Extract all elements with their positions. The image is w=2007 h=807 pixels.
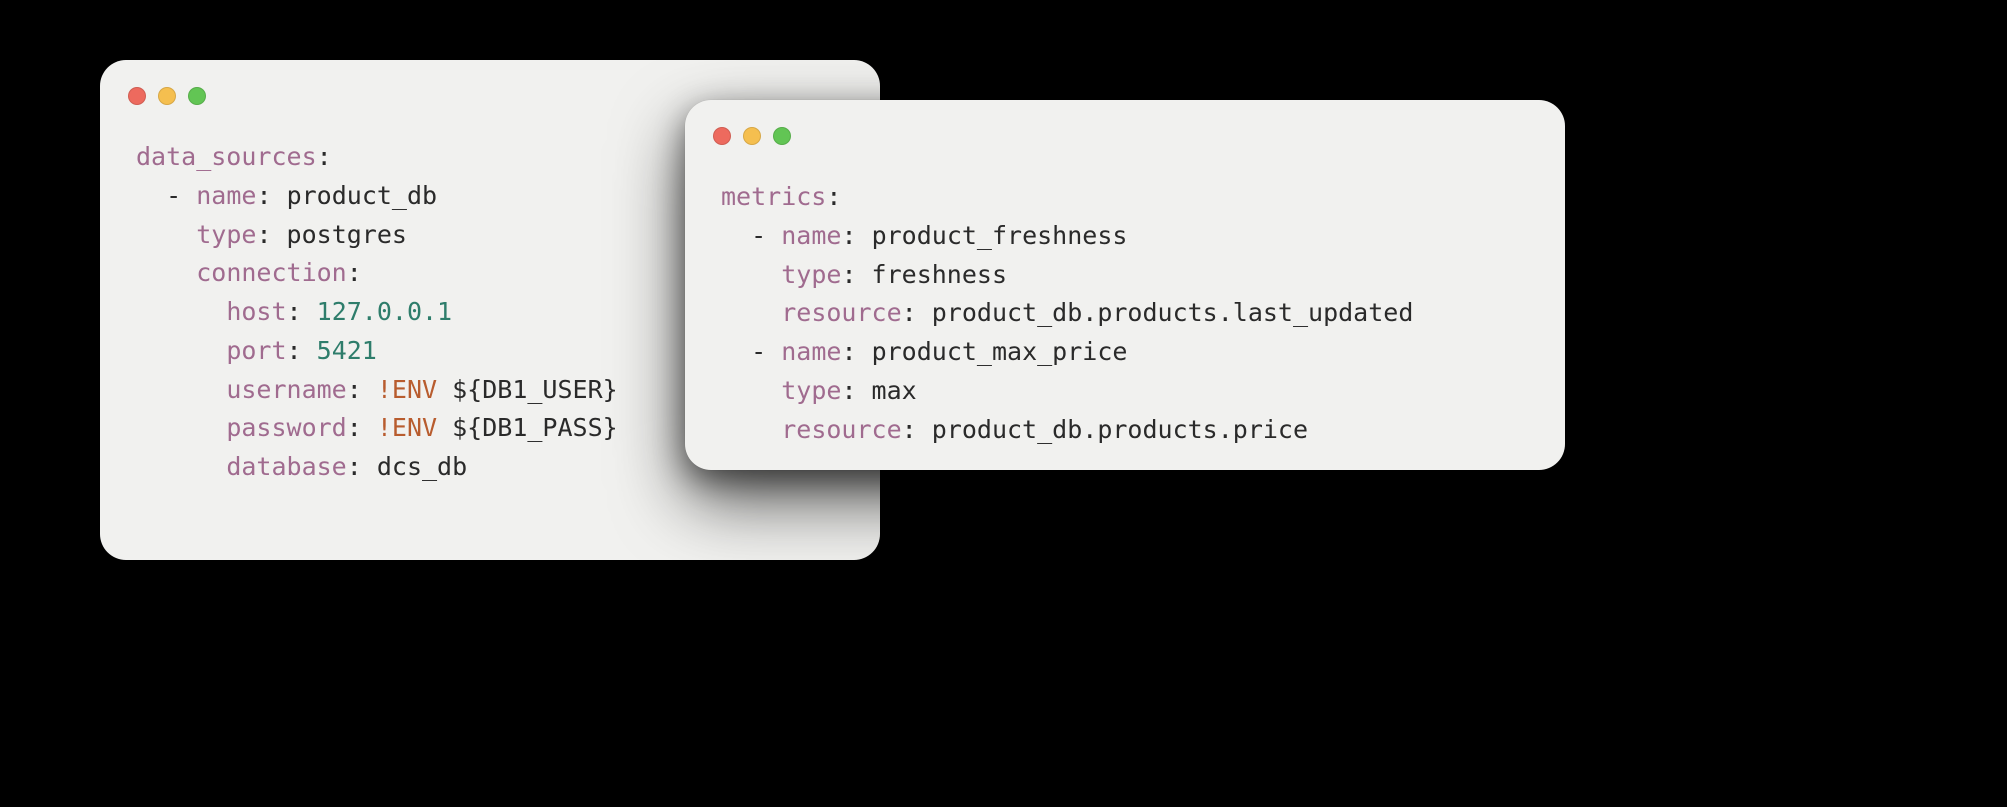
yaml-value: ${DB1_USER} (452, 375, 618, 404)
yaml-key: name (781, 221, 841, 250)
yaml-value: freshness (872, 260, 1007, 289)
yaml-value: max (872, 376, 917, 405)
zoom-icon[interactable] (188, 87, 206, 105)
yaml-value: product_freshness (872, 221, 1128, 250)
minimize-icon[interactable] (158, 87, 176, 105)
yaml-tag: !ENV (377, 413, 437, 442)
yaml-key: resource (781, 298, 901, 327)
yaml-tag: !ENV (377, 375, 437, 404)
yaml-value: ${DB1_PASS} (452, 413, 618, 442)
yaml-key: host (226, 297, 286, 326)
yaml-value: postgres (287, 220, 407, 249)
code-window-metrics: metrics: - name: product_freshness type:… (685, 100, 1565, 470)
close-icon[interactable] (713, 127, 731, 145)
yaml-key: database (226, 452, 346, 481)
yaml-key: connection (196, 258, 347, 287)
close-icon[interactable] (128, 87, 146, 105)
yaml-key: username (226, 375, 346, 404)
yaml-key: password (226, 413, 346, 442)
yaml-key: type (781, 260, 841, 289)
yaml-key: name (196, 181, 256, 210)
window-titlebar (685, 100, 1565, 150)
yaml-value: 127.0.0.1 (317, 297, 452, 326)
yaml-value: product_db (287, 181, 438, 210)
code-block-metrics: metrics: - name: product_freshness type:… (685, 150, 1565, 477)
yaml-value: product_db.products.last_updated (932, 298, 1414, 327)
yaml-key: resource (781, 415, 901, 444)
yaml-key: type (196, 220, 256, 249)
minimize-icon[interactable] (743, 127, 761, 145)
yaml-key: port (226, 336, 286, 365)
zoom-icon[interactable] (773, 127, 791, 145)
yaml-key: data_sources (136, 142, 317, 171)
stage: data_sources: - name: product_db type: p… (0, 0, 2007, 807)
yaml-key: metrics (721, 182, 826, 211)
yaml-value: dcs_db (377, 452, 467, 481)
yaml-key: name (781, 337, 841, 366)
yaml-value: 5421 (317, 336, 377, 365)
yaml-value: product_db.products.price (932, 415, 1308, 444)
yaml-value: product_max_price (872, 337, 1128, 366)
yaml-key: type (781, 376, 841, 405)
